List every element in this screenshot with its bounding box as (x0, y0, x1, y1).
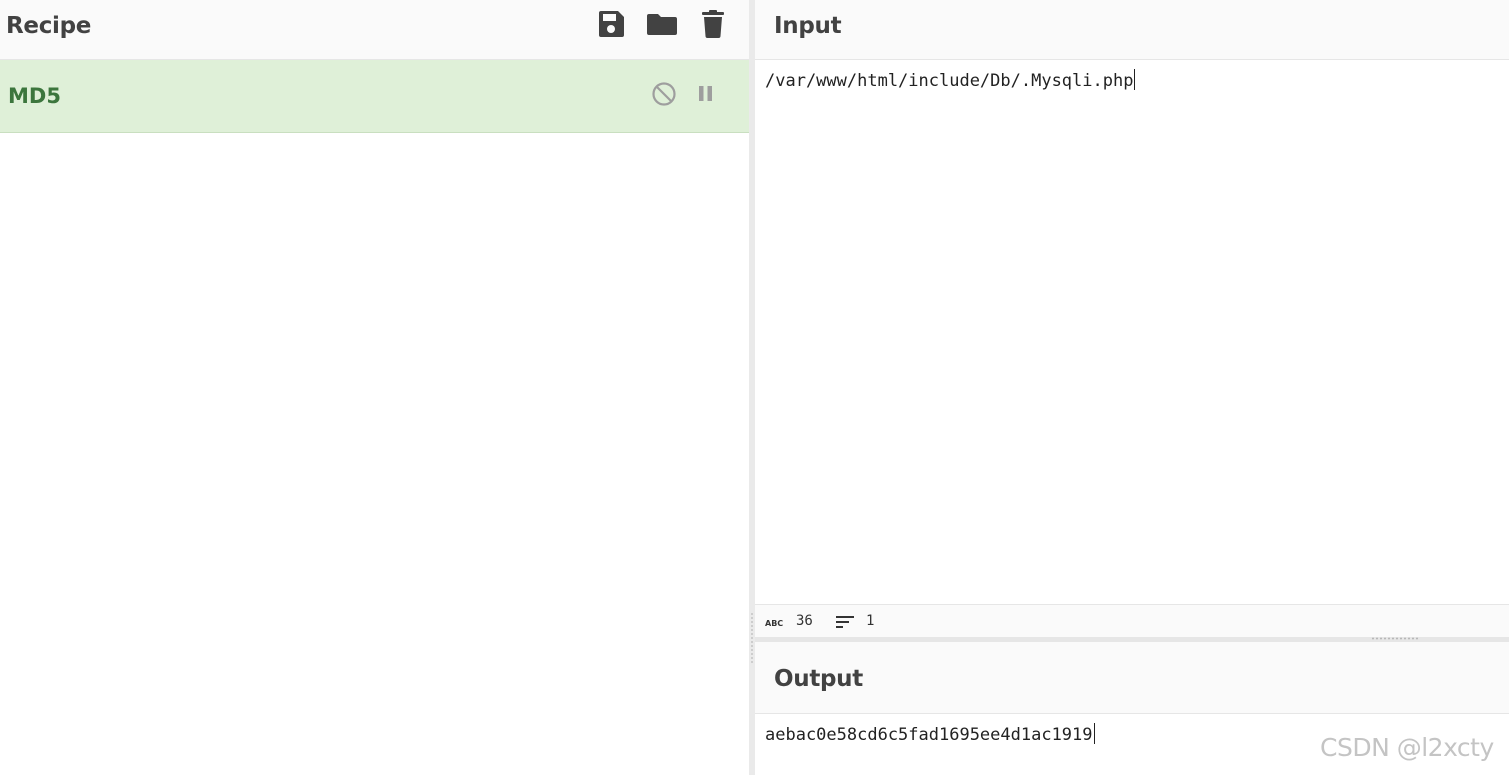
operation-name: MD5 (8, 84, 61, 108)
output-value: aebac0e58cd6c5fad1695ee4d1ac1919 (765, 725, 1093, 745)
input-length: 36 (796, 613, 813, 629)
vertical-splitter-grip[interactable] (751, 612, 753, 664)
recipe-operation-md5[interactable]: MD5 (0, 60, 749, 133)
disable-icon[interactable] (651, 81, 677, 107)
save-icon[interactable] (595, 8, 627, 40)
recipe-header: Recipe (0, 0, 749, 60)
input-textarea[interactable]: /var/www/html/include/Db/.Mysqli.php (765, 69, 1136, 91)
folder-icon[interactable] (646, 8, 678, 40)
input-header: Input (755, 0, 1509, 60)
input-status-bar: ABC 36 1 (755, 604, 1509, 638)
input-pane: Input /var/www/html/include/Db/.Mysqli.p… (755, 0, 1509, 637)
input-line-count: 1 (866, 613, 875, 629)
pause-icon[interactable] (693, 81, 719, 107)
input-title: Input (774, 13, 842, 39)
output-textarea[interactable]: aebac0e58cd6c5fad1695ee4d1ac1919 (765, 723, 1095, 745)
watermark: CSDN @l2xcty (1320, 733, 1494, 762)
input-value: /var/www/html/include/Db/.Mysqli.php (765, 71, 1134, 91)
horizontal-splitter-grip[interactable] (1371, 637, 1419, 640)
recipe-title: Recipe (6, 13, 92, 39)
svg-text:ABC: ABC (765, 619, 783, 628)
output-header: Output (755, 642, 1509, 714)
text-cursor (1093, 723, 1095, 744)
lines-icon (836, 614, 854, 630)
output-title: Output (774, 666, 863, 692)
trash-icon[interactable] (697, 8, 729, 40)
recipe-pane: Recipe MD5 (0, 0, 749, 775)
abc-icon: ABC (765, 615, 785, 629)
text-cursor (1134, 69, 1136, 90)
